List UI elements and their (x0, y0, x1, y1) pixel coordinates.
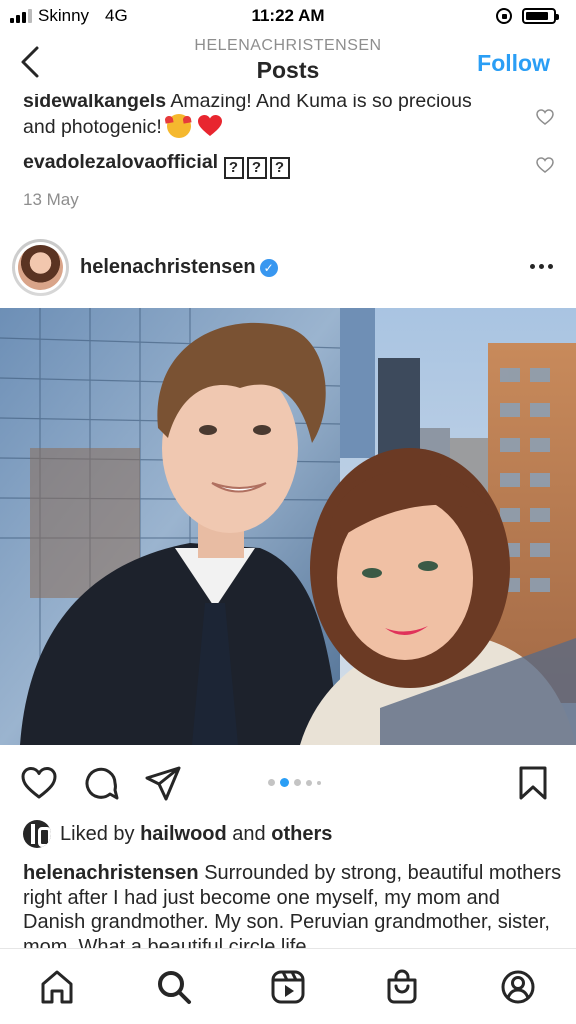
orientation-lock-icon (496, 8, 512, 24)
comment-text: ??? (223, 151, 293, 179)
tab-shop[interactable] (384, 969, 420, 1005)
comment: evadolezalova​official ??? (23, 150, 493, 179)
status-bar: Skinny 4G 11:22 AM (0, 0, 576, 32)
comment-button[interactable] (82, 764, 120, 802)
verified-badge-icon: ✓ (259, 259, 278, 277)
post-username[interactable]: helenachristensen ✓ (80, 256, 278, 279)
follow-button[interactable]: Follow (477, 50, 550, 77)
post-caption: helenachristensen Surrounded by strong, … (23, 861, 563, 949)
status-right (496, 8, 559, 24)
save-button[interactable] (514, 764, 552, 802)
status-left: Skinny 4G (10, 6, 128, 26)
comment-date: 13 May (23, 190, 79, 209)
post-photo[interactable] (0, 308, 576, 745)
share-button[interactable] (144, 764, 182, 802)
smiling-face-with-hearts-icon (167, 114, 192, 138)
tab-profile[interactable] (500, 969, 536, 1005)
nav-header: HELENACHRISTENSEN Posts Follow (0, 32, 576, 94)
carrier-name: Skinny (38, 6, 90, 25)
tab-home[interactable] (39, 969, 75, 1005)
comment: sidewalkangels Amazing! And Kuma is so p… (23, 94, 493, 140)
comment-username[interactable]: evadolezalova​official (23, 151, 218, 173)
caption-username[interactable]: helenachristensen (23, 862, 199, 884)
carousel-dot (294, 779, 301, 786)
tab-reels[interactable] (270, 969, 306, 1005)
carousel-dot (268, 779, 275, 786)
post-header: helenachristensen ✓ (0, 232, 576, 304)
avatar[interactable] (12, 239, 69, 296)
liked-by-and: and (232, 822, 266, 845)
carousel-dot (306, 779, 312, 786)
tab-search[interactable] (156, 969, 192, 1005)
bottom-tab-bar (0, 948, 576, 1024)
likes-summary[interactable]: Liked by hailwood and others (23, 820, 332, 848)
carousel-indicator (268, 778, 321, 787)
comment-like-button[interactable] (536, 109, 554, 125)
like-button[interactable] (20, 764, 58, 802)
comment-username[interactable]: sidewalkangels (23, 94, 166, 112)
signal-icon (10, 9, 32, 23)
carousel-dot (317, 780, 321, 785)
comment-like-button[interactable] (536, 157, 554, 173)
liked-by-text: Liked by hailwood and others (60, 823, 332, 846)
unknown-glyph-icon: ? (246, 157, 267, 179)
photo-illustration (0, 308, 576, 745)
liked-by-others[interactable]: others (271, 823, 332, 845)
more-options-button[interactable] (530, 256, 554, 276)
liker-avatar (23, 820, 51, 848)
liked-by-prefix: Liked by (60, 822, 135, 845)
carousel-dot (280, 778, 289, 787)
comments-section: sidewalkangels Amazing! And Kuma is so p… (0, 94, 576, 214)
battery-icon (522, 8, 559, 24)
unknown-glyph-icon: ? (269, 157, 290, 179)
liked-by-user[interactable]: hailwood (140, 823, 227, 845)
red-heart-icon (197, 115, 222, 136)
unknown-glyph-icon: ? (223, 157, 244, 179)
post-actions (0, 760, 576, 806)
network-type: 4G (105, 6, 128, 25)
post-username-text: helenachristensen (80, 256, 256, 278)
